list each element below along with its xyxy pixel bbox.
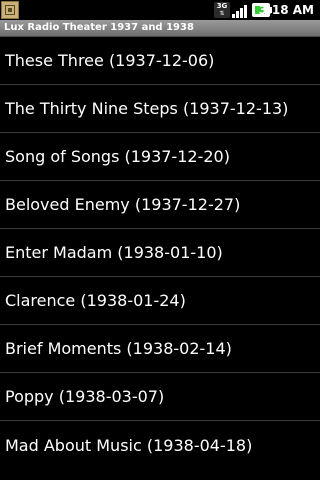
list-item[interactable]: These Three (1937-12-06) — [0, 37, 320, 85]
page-title: Lux Radio Theater 1937 and 1938 — [4, 22, 194, 33]
status-bar: 3G ⇅ 3:18 AM — [0, 0, 320, 20]
episode-list: These Three (1937-12-06) The Thirty Nine… — [0, 37, 320, 469]
list-item[interactable]: Enter Madam (1938-01-10) — [0, 229, 320, 277]
list-item[interactable]: The Thirty Nine Steps (1937-12-13) — [0, 85, 320, 133]
status-clock: 3:18 AM — [258, 3, 314, 17]
network-type-label: 3G — [216, 2, 228, 10]
list-item[interactable]: Mad About Music (1938-04-18) — [0, 421, 320, 469]
list-item[interactable]: Song of Songs (1937-12-20) — [0, 133, 320, 181]
signal-strength-icon — [232, 2, 250, 18]
radio-app-icon — [1, 1, 19, 19]
list-item[interactable]: Clarence (1938-01-24) — [0, 277, 320, 325]
list-item[interactable]: Beloved Enemy (1937-12-27) — [0, 181, 320, 229]
list-item[interactable]: Brief Moments (1938-02-14) — [0, 325, 320, 373]
list-item[interactable]: Poppy (1938-03-07) — [0, 373, 320, 421]
app-title-bar: Lux Radio Theater 1937 and 1938 — [0, 20, 320, 37]
network-3g-icon: 3G ⇅ — [214, 2, 230, 18]
